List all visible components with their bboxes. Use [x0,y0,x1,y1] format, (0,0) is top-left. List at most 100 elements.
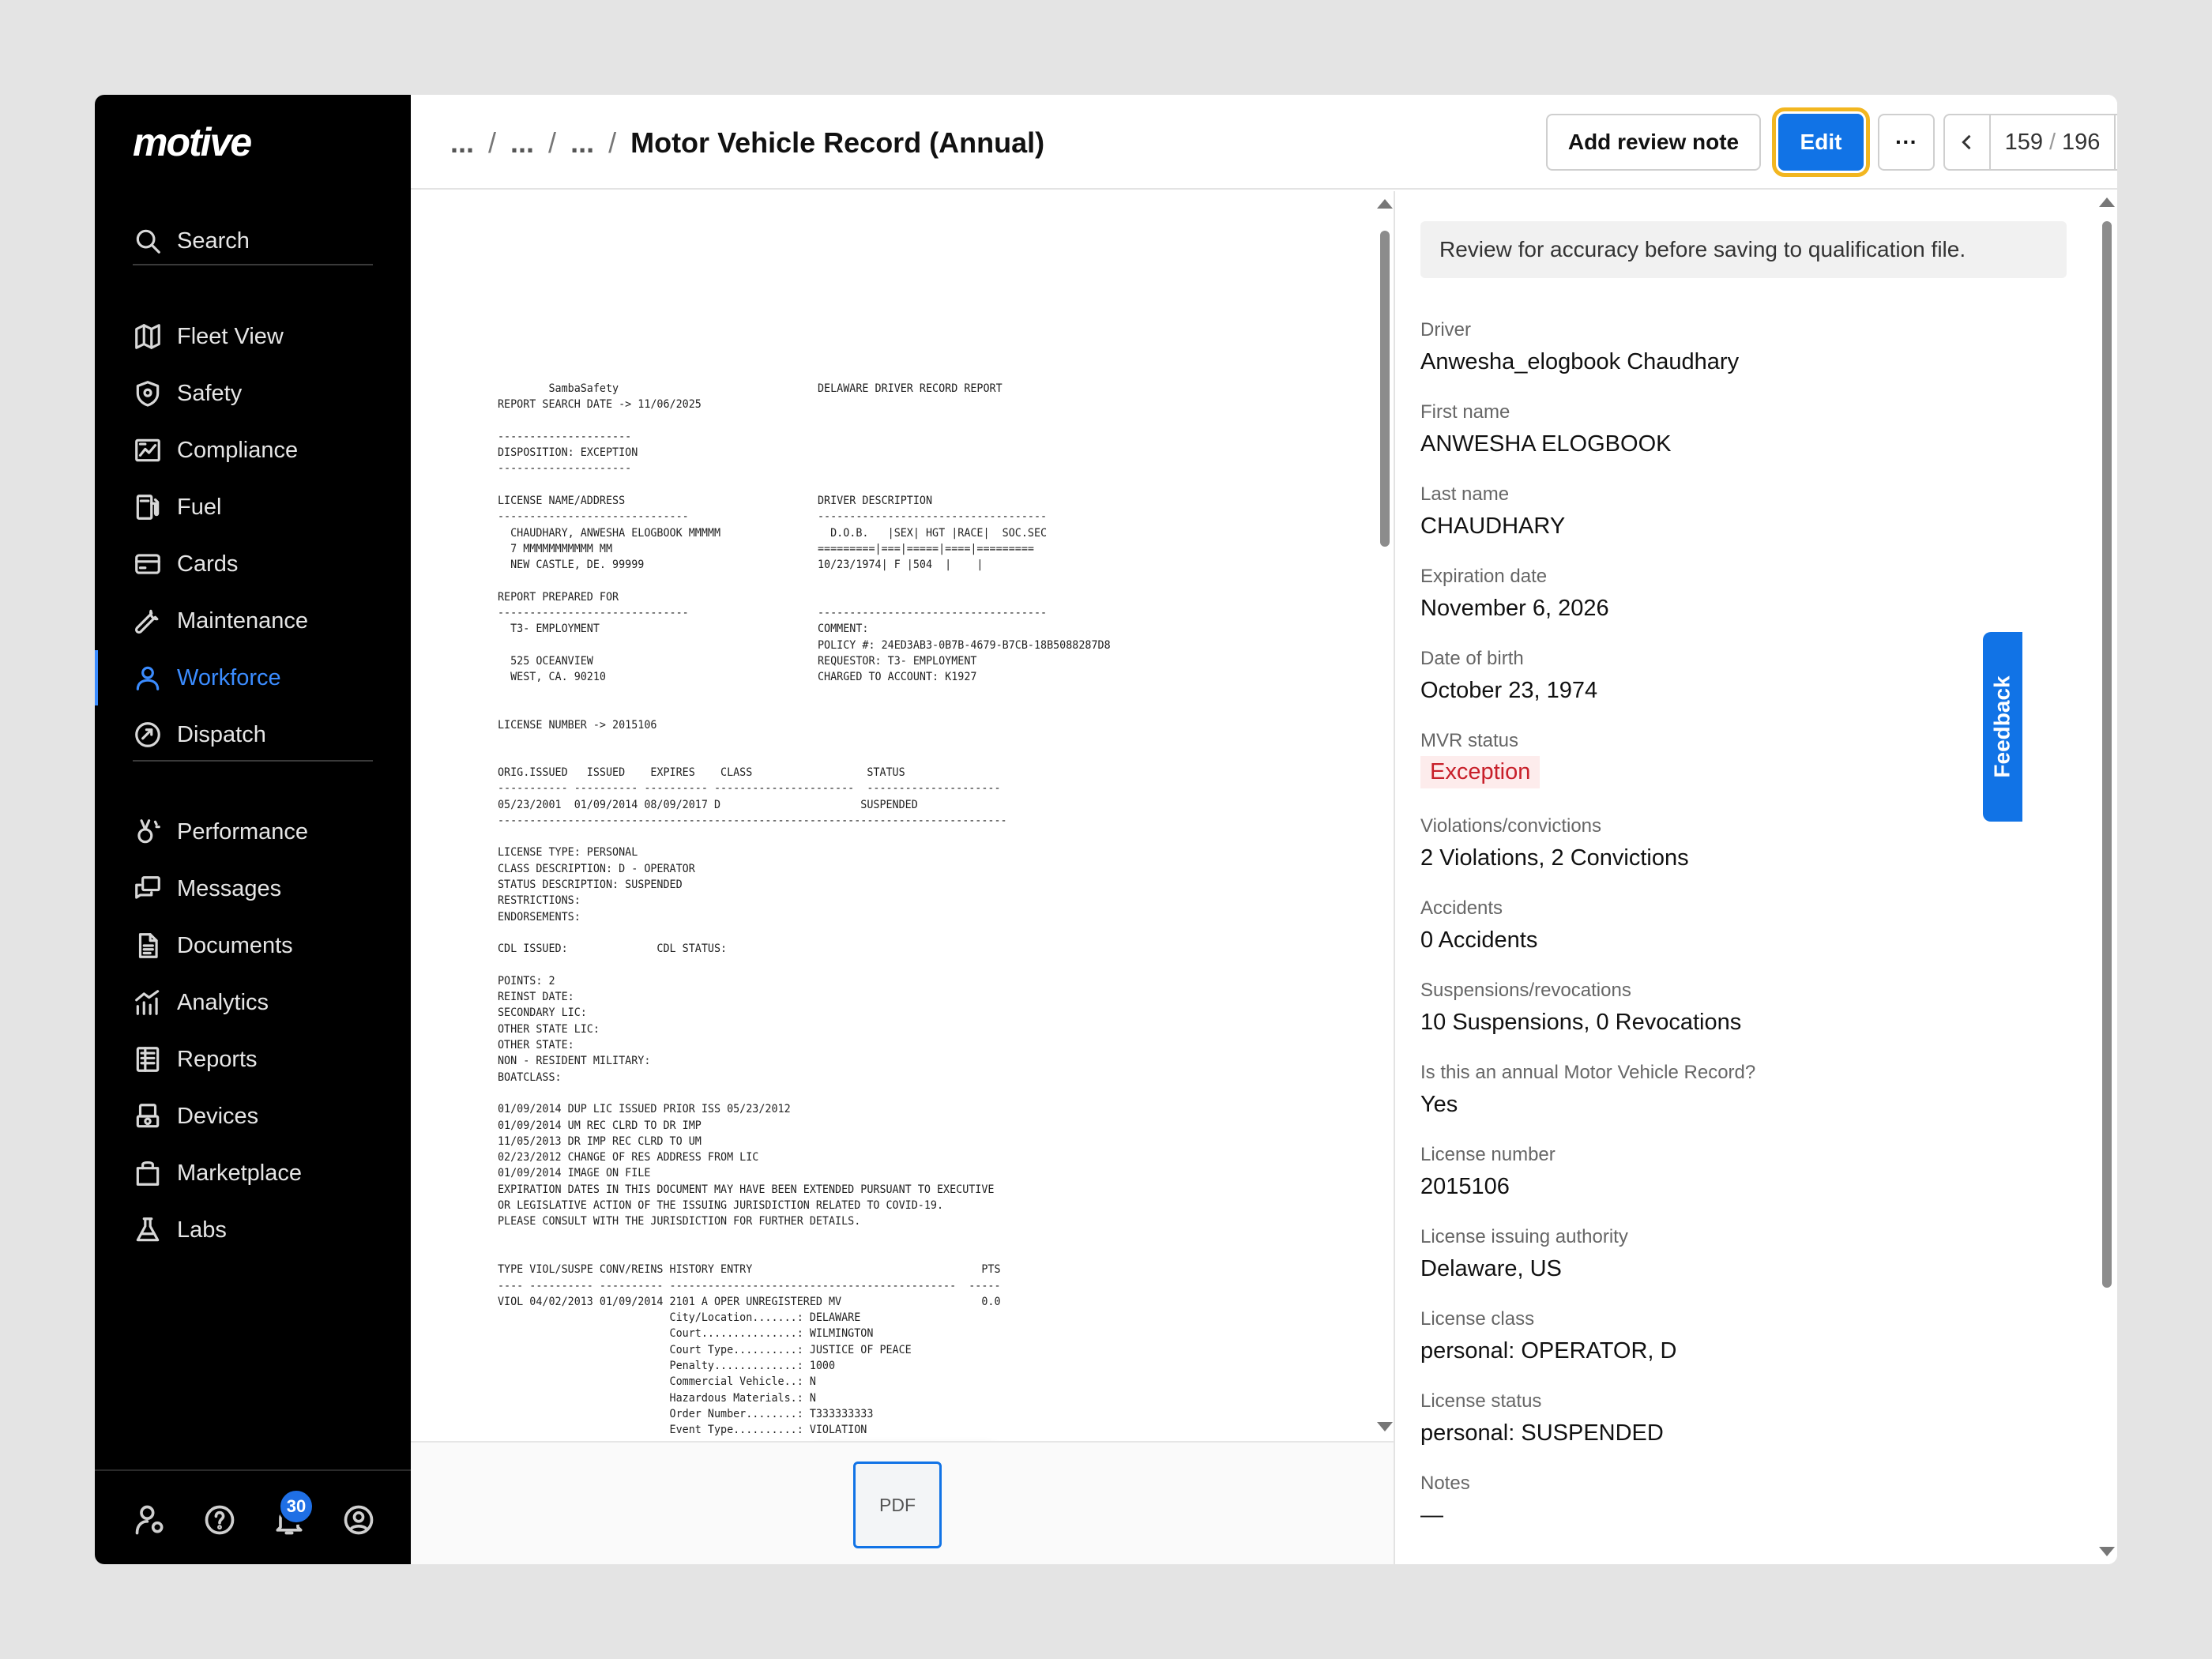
suspensions-value: 10 Suspensions, 0 Revocations [1420,1010,1742,1035]
violations-label: Violations/convictions [1420,815,1602,837]
motive-logo[interactable]: motive [133,118,252,166]
sidebar-footer: 30 [95,1469,411,1564]
review-message: Review for accuracy before saving to qua… [1420,221,2067,278]
map-icon [135,324,160,349]
sidebar-item-analytics[interactable]: Analytics [133,979,269,1026]
sidebar-divider [133,760,373,762]
annual-mvr-label: Is this an annual Motor Vehicle Record? [1420,1062,1756,1083]
sidebar-item-label: Devices [177,1103,259,1129]
notes-label: Notes [1420,1473,1470,1494]
sidebar-item-label: Marketplace [177,1160,302,1186]
sidebar-item-messages[interactable]: Messages [133,865,281,912]
document-text-right: DELAWARE DRIVER RECORD REPORT DRIVER DES… [818,382,1111,684]
license-class-value: personal: OPERATOR, D [1420,1338,1677,1364]
license-number-label: License number [1420,1144,1556,1165]
document-viewer: SambaSafety REPORT SEARCH DATE -> 11/06/… [411,191,1395,1564]
sidebar-item-safety[interactable]: Safety [133,370,242,417]
sidebar-item-label: Dispatch [177,721,266,747]
accidents-label: Accidents [1420,897,1503,919]
previous-record-button[interactable] [1945,115,1989,169]
add-review-note-button[interactable]: Add review note [1546,114,1761,171]
last-name-label: Last name [1420,483,1510,505]
scroll-down-arrow[interactable] [1377,1422,1393,1431]
wrench-icon [135,609,159,634]
chevron-left-icon [1962,134,1971,150]
mvr-status-label: MVR status [1420,730,1519,751]
document-text-left: SambaSafety REPORT SEARCH DATE -> 11/06/… [498,382,721,732]
sidebar-item-label: Documents [177,932,293,958]
next-record-button[interactable] [2116,115,2117,169]
sidebar: motive Search Fleet View Safety Complian… [95,95,411,1564]
document-page: SambaSafety REPORT SEARCH DATE -> 11/06/… [411,191,1375,1438]
record-counter: 159 / 196 [1989,115,2116,169]
document-scrollbar[interactable] [1376,199,1394,1431]
document-text-main: ORIG.ISSUED ISSUED EXPIRES CLASS STATUS … [498,766,1007,1437]
license-status-value: personal: SUSPENDED [1420,1420,1664,1446]
sidebar-item-label: Safety [177,380,243,406]
sidebar-item-labs[interactable]: Labs [133,1206,227,1254]
sidebar-item-workforce[interactable]: Workforce [133,654,281,702]
first-name-value: ANWESHA ELOGBOOK [1420,431,1672,457]
breadcrumb-separator: / [548,126,557,159]
sidebar-item-fleet-view[interactable]: Fleet View [133,313,284,360]
document-icon [138,933,158,958]
sidebar-item-devices[interactable]: Devices [133,1093,258,1140]
license-authority-label: License issuing authority [1420,1226,1628,1247]
edit-button[interactable]: Edit [1772,107,1870,177]
sidebar-item-dispatch[interactable]: Dispatch [133,711,266,758]
sidebar-item-label: Maintenance [177,608,309,634]
search-button[interactable]: Search [133,217,250,265]
sidebar-item-performance[interactable]: Performance [133,808,308,856]
help-icon[interactable] [202,1503,237,1537]
sidebar-divider [133,264,373,265]
user-settings-icon[interactable] [133,1503,167,1537]
annual-mvr-value: Yes [1420,1092,1458,1117]
search-icon [136,229,160,254]
medal-icon [137,819,160,844]
feedback-label: Feedback [1990,675,2015,778]
license-authority-value: Delaware, US [1420,1256,1562,1281]
date-of-birth-value: October 23, 1974 [1420,678,1598,703]
details-scrollbar[interactable] [2098,198,2116,1564]
feedback-button[interactable]: Feedback [1983,632,2022,822]
sidebar-item-cards[interactable]: Cards [133,540,238,588]
active-indicator [95,650,98,705]
breadcrumb-item[interactable]: ... [570,126,594,160]
pdf-thumbnail[interactable]: PDF [853,1462,942,1548]
sidebar-item-reports[interactable]: Reports [133,1036,258,1083]
messages-icon [135,876,160,899]
notification-badge: 30 [278,1488,314,1525]
current-record-number: 159 [2004,129,2043,155]
analytics-icon [135,990,160,1015]
sidebar-item-documents[interactable]: Documents [133,922,293,969]
flask-icon [136,1217,160,1242]
sidebar-item-maintenance[interactable]: Maintenance [133,597,308,645]
scroll-up-arrow[interactable] [1377,199,1393,209]
page-title: Motor Vehicle Record (Annual) [630,126,1045,159]
shield-icon [136,381,160,407]
breadcrumb-item[interactable]: ... [510,126,534,160]
record-details-panel: Review for accuracy before saving to qua… [1397,191,2117,1564]
sidebar-item-marketplace[interactable]: Marketplace [133,1149,302,1197]
accidents-value: 0 Accidents [1420,927,1538,953]
scroll-up-arrow[interactable] [2099,198,2115,207]
compliance-chart-icon [135,438,160,462]
sidebar-item-label: Fleet View [177,323,284,349]
last-name-value: CHAUDHARY [1420,514,1566,539]
sidebar-item-label: Workforce [177,664,281,690]
suspensions-label: Suspensions/revocations [1420,980,1631,1001]
expiration-date-value: November 6, 2026 [1420,596,1609,621]
account-icon[interactable] [341,1503,376,1537]
page-header: ... / ... / ... / Motor Vehicle Record (… [411,95,2117,190]
sidebar-item-label: Labs [177,1217,227,1243]
scrollbar-thumb[interactable] [2102,221,2112,1288]
breadcrumb-item[interactable]: ... [450,126,474,160]
shopping-bag-icon [136,1161,160,1186]
fuel-pump-icon [136,495,160,520]
scrollbar-thumb[interactable] [1380,231,1390,547]
date-of-birth-label: Date of birth [1420,648,1524,669]
sidebar-item-compliance[interactable]: Compliance [133,427,298,474]
scroll-down-arrow[interactable] [2099,1547,2115,1556]
sidebar-item-fuel[interactable]: Fuel [133,483,221,531]
more-options-button[interactable]: ··· [1878,114,1935,171]
